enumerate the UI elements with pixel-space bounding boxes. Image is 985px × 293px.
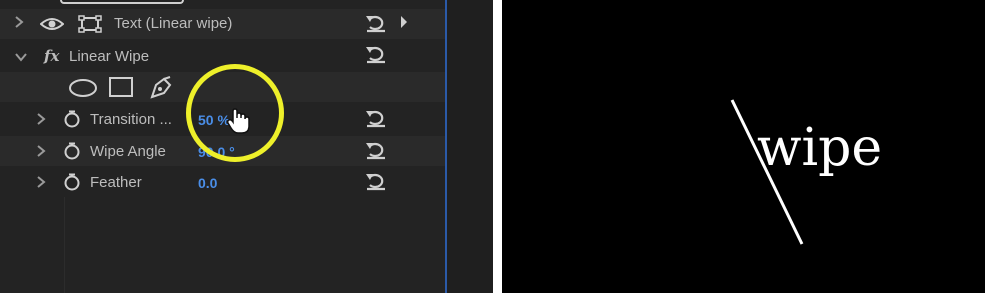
rectangle-mask-icon[interactable] — [108, 76, 134, 103]
text-layer-row[interactable]: Text (Linear wipe) — [0, 9, 445, 39]
ellipse-mask-icon[interactable] — [68, 77, 98, 104]
stopwatch-icon[interactable] — [63, 142, 81, 165]
feather-value[interactable]: 0.0 — [198, 175, 217, 191]
program-monitor-preview — [502, 0, 985, 293]
reset-effect-icon[interactable] — [364, 44, 388, 69]
property-row-feather[interactable]: Feather 0.0 — [0, 167, 445, 197]
property-label: Transition ... — [90, 111, 172, 128]
chevron-down-icon[interactable] — [14, 50, 28, 65]
panel-divider — [64, 197, 65, 293]
property-label: Feather — [90, 174, 142, 191]
cropped-row-fragment — [60, 0, 184, 4]
preview-text: wipe — [757, 118, 883, 178]
reset-parameter-icon[interactable] — [364, 13, 388, 38]
pen-mask-icon[interactable] — [148, 75, 174, 104]
reset-parameter-icon[interactable] — [364, 108, 388, 133]
fx-icon[interactable]: fx — [44, 47, 59, 65]
stopwatch-icon[interactable] — [63, 110, 81, 133]
chevron-right-icon[interactable] — [36, 175, 46, 192]
chevron-right-icon[interactable] — [36, 112, 46, 129]
text-layer-label: Text (Linear wipe) — [114, 15, 233, 32]
chevron-right-icon[interactable] — [36, 144, 46, 161]
hand-cursor-icon — [224, 106, 254, 141]
stopwatch-icon[interactable] — [63, 173, 81, 196]
effect-controls-panel: Text (Linear wipe) fx Linear Wipe Transi… — [0, 0, 493, 293]
effect-name: Linear Wipe — [69, 48, 150, 65]
eye-visibility-icon[interactable] — [39, 16, 65, 37]
timeline-area — [401, 0, 493, 293]
chevron-right-icon[interactable] — [14, 15, 24, 32]
transform-box-icon[interactable] — [78, 15, 104, 38]
reset-parameter-icon[interactable] — [364, 140, 388, 165]
property-label: Wipe Angle — [90, 143, 166, 160]
keyframe-marker-icon[interactable] — [398, 15, 408, 34]
reset-parameter-icon[interactable] — [364, 171, 388, 196]
image-separator — [493, 0, 502, 293]
